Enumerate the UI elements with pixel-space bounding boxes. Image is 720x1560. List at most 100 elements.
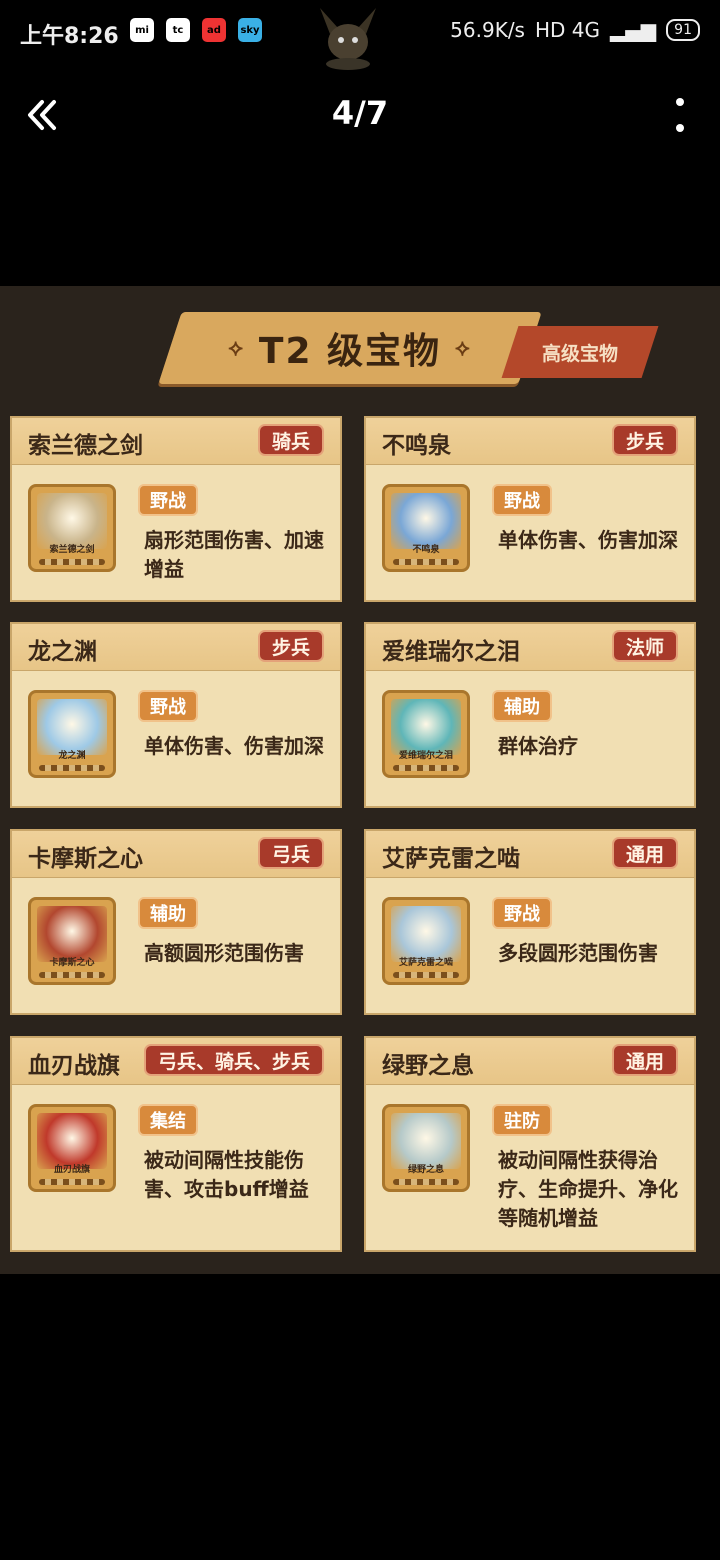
mascot-icon [320, 8, 376, 70]
card-description: 高额圆形范围伤害 [144, 941, 304, 965]
star-rating-icon [39, 765, 105, 771]
type-tag: 集结 [138, 1104, 198, 1136]
more-options-button[interactable] [670, 98, 690, 132]
card-description: 多段圆形范围伤害 [498, 941, 658, 965]
type-tag: 野战 [492, 484, 552, 516]
troop-tag: 法师 [611, 630, 678, 662]
card-description: 被动间隔性获得治疗、生命提升、净化等随机增益 [498, 1148, 678, 1230]
status-time: 上午8:26 [20, 24, 119, 49]
type-tag: 野战 [138, 484, 198, 516]
card-header: 血刃战旗 弓兵、骑兵、步兵 [12, 1038, 340, 1085]
card-description: 单体伤害、伤害加深 [144, 734, 324, 758]
treasure-art-icon [391, 1113, 461, 1169]
card-header: 艾萨克雷之啮 通用 [366, 831, 694, 878]
card-header: 爱维瑞尔之泪 法师 [366, 624, 694, 671]
ornament-icon: ⟡ [455, 335, 472, 361]
banner-title: T2 级宝物 [258, 331, 442, 372]
viewer-top-bar: 4/7 [0, 80, 720, 150]
card-description: 被动间隔性技能伤害、攻击buff增益 [144, 1148, 309, 1201]
treasure-icon: 血刃战旗 [28, 1104, 116, 1192]
troop-tag: 弓兵、骑兵、步兵 [143, 1044, 324, 1076]
star-rating-icon [393, 559, 459, 565]
star-rating-icon [39, 1179, 105, 1185]
card-title: 绿野之息 [382, 1053, 474, 1079]
treasure-icon: 索兰德之剑 [28, 484, 116, 572]
app-sky-icon: sky [238, 18, 262, 42]
treasure-card: 艾萨克雷之啮 通用 艾萨克雷之啮 野战 多段圆形范围伤害 [364, 829, 696, 1015]
page-counter: 4/7 [331, 94, 389, 132]
app-tc-icon: tc [166, 18, 190, 42]
card-header: 龙之渊 步兵 [12, 624, 340, 671]
card-description: 群体治疗 [498, 734, 578, 758]
treasure-art-icon [391, 699, 461, 755]
type-tag: 辅助 [492, 690, 552, 722]
treasure-art-icon [391, 906, 461, 962]
more-dot-icon [676, 124, 684, 132]
card-title: 艾萨克雷之啮 [382, 846, 520, 872]
viewed-image[interactable]: ⟡ T2 级宝物 ⟡ 高级宝物 索兰德之剑 骑兵 索兰德之剑 野战 扇形范围伤害… [0, 286, 720, 1274]
treasure-icon: 不鸣泉 [382, 484, 470, 572]
treasure-card: 不鸣泉 步兵 不鸣泉 野战 单体伤害、伤害加深 [364, 416, 696, 602]
type-tag: 野战 [492, 897, 552, 929]
type-tag: 野战 [138, 690, 198, 722]
treasure-art-icon [37, 699, 107, 755]
star-rating-icon [393, 1179, 459, 1185]
signal-icon: ▂▄▆ [610, 18, 657, 42]
treasure-card: 绿野之息 通用 绿野之息 驻防 被动间隔性获得治疗、生命提升、净化等随机增益 [364, 1036, 696, 1252]
card-title: 血刃战旗 [28, 1053, 120, 1079]
treasure-card: 爱维瑞尔之泪 法师 爱维瑞尔之泪 辅助 群体治疗 [364, 622, 696, 808]
treasure-icon-label: 索兰德之剑 [49, 545, 95, 555]
treasure-icon: 绿野之息 [382, 1104, 470, 1192]
treasure-icon-label: 艾萨克雷之啮 [398, 958, 453, 968]
star-rating-icon [39, 559, 105, 565]
battery-icon: 91 [666, 19, 700, 41]
network-type: HD 4G [534, 18, 601, 42]
app-mi-icon: mi [130, 18, 154, 42]
troop-tag: 弓兵 [257, 837, 324, 869]
type-tag: 驻防 [492, 1104, 552, 1136]
status-bar: 上午8:26 mi tc ad sky 56.9K/s HD 4G ▂▄▆ 91 [0, 0, 720, 70]
star-rating-icon [39, 972, 105, 978]
troop-tag: 骑兵 [257, 424, 324, 456]
troop-tag: 步兵 [257, 630, 324, 662]
treasure-card: 龙之渊 步兵 龙之渊 野战 单体伤害、伤害加深 [10, 622, 342, 808]
status-indicators: 56.9K/s HD 4G ▂▄▆ 91 [450, 18, 700, 42]
treasure-card: 索兰德之剑 骑兵 索兰德之剑 野战 扇形范围伤害、加速增益 [10, 416, 342, 602]
treasure-icon: 龙之渊 [28, 690, 116, 778]
card-header: 不鸣泉 步兵 [366, 418, 694, 465]
troop-tag: 通用 [611, 837, 678, 869]
more-dot-icon [676, 98, 684, 106]
card-title: 爱维瑞尔之泪 [382, 639, 520, 665]
card-title: 索兰德之剑 [28, 433, 143, 459]
card-title: 卡摩斯之心 [28, 846, 143, 872]
treasure-card: 血刃战旗 弓兵、骑兵、步兵 血刃战旗 集结 被动间隔性技能伤害、攻击buff增益 [10, 1036, 342, 1252]
troop-tag: 步兵 [611, 424, 678, 456]
card-title: 龙之渊 [28, 639, 97, 665]
treasure-icon-label: 卡摩斯之心 [49, 958, 95, 968]
treasure-art-icon [37, 906, 107, 962]
status-app-icons: mi tc ad sky [130, 18, 262, 42]
app-ad-icon: ad [202, 18, 226, 42]
treasure-icon: 爱维瑞尔之泪 [382, 690, 470, 778]
star-rating-icon [393, 765, 459, 771]
treasure-icon-label: 不鸣泉 [412, 545, 440, 555]
card-header: 卡摩斯之心 弓兵 [12, 831, 340, 878]
network-speed: 56.9K/s [450, 18, 525, 42]
sub-banner-text: 高级宝物 [541, 342, 618, 365]
treasure-icon-label: 血刃战旗 [53, 1165, 90, 1175]
treasure-art-icon [37, 1113, 107, 1169]
treasure-icon-label: 绿野之息 [407, 1165, 444, 1175]
card-description: 扇形范围伤害、加速增益 [144, 528, 324, 581]
ornament-icon: ⟡ [228, 335, 245, 361]
treasure-art-icon [37, 493, 107, 549]
card-description: 单体伤害、伤害加深 [498, 528, 678, 552]
type-tag: 辅助 [138, 897, 198, 929]
treasure-art-icon [391, 493, 461, 549]
card-header: 绿野之息 通用 [366, 1038, 694, 1085]
star-rating-icon [393, 972, 459, 978]
treasure-icon: 卡摩斯之心 [28, 897, 116, 985]
title-banner-text: ⟡ T2 级宝物 ⟡ [170, 312, 530, 384]
treasure-icon-label: 龙之渊 [58, 751, 86, 761]
treasure-card: 卡摩斯之心 弓兵 卡摩斯之心 辅助 高额圆形范围伤害 [10, 829, 342, 1015]
treasure-icon-label: 爱维瑞尔之泪 [398, 751, 453, 761]
